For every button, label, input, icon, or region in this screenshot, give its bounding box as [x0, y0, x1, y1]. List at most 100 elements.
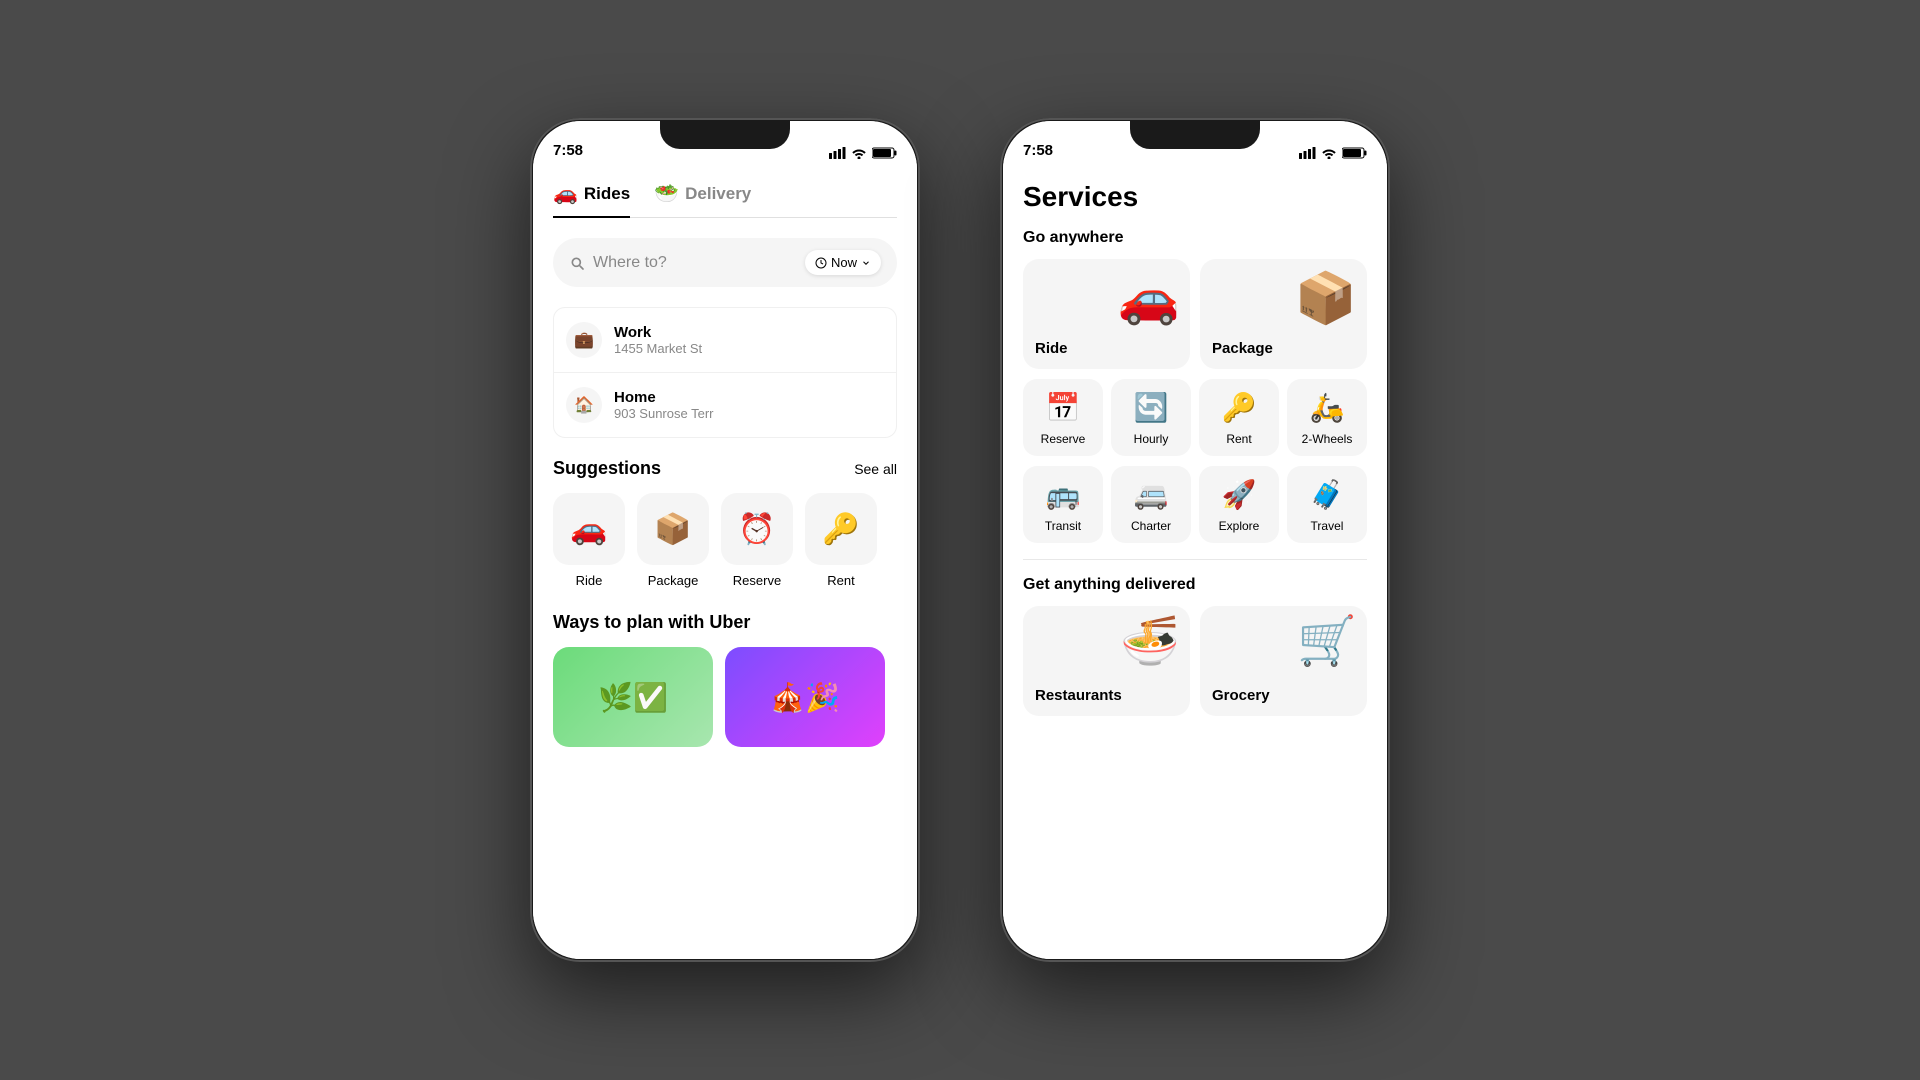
- transit-label: Transit: [1045, 519, 1081, 533]
- deliver-restaurants[interactable]: 🍜 Restaurants: [1023, 606, 1190, 716]
- right-phone-content: Services Go anywhere 🚗 Ride 📦 Package: [1003, 165, 1387, 959]
- tab-rides-label: Rides: [584, 184, 630, 204]
- work-address: 1455 Market St: [614, 341, 702, 356]
- time-right: 7:58: [1023, 142, 1053, 159]
- ways-row: 🌿✅ 🎪🎉: [553, 647, 897, 747]
- suggestion-package[interactable]: 📦 Package: [637, 493, 709, 588]
- notch-left: [660, 121, 790, 149]
- get-anything-title: Get anything delivered: [1023, 576, 1367, 594]
- reserve-label: Reserve: [733, 573, 781, 588]
- suggestions-header: Suggestions See all: [553, 458, 897, 479]
- home-address: 903 Sunrose Terr: [614, 406, 714, 421]
- rent-label-right: Rent: [1226, 432, 1251, 446]
- small-cards-row2: 🚌 Transit 🚐 Charter 🚀 Explore 🧳 Travel: [1023, 466, 1367, 543]
- package-big-label: Package: [1212, 340, 1273, 357]
- deliver-cards-row: 🍜 Restaurants 🛒 Grocery: [1023, 606, 1367, 716]
- service-2wheels[interactable]: 🛵 2-Wheels: [1287, 379, 1367, 456]
- big-cards-row: 🚗 Ride 📦 Package: [1023, 259, 1367, 369]
- deliver-grocery[interactable]: 🛒 Grocery: [1200, 606, 1367, 716]
- rides-emoji: 🚗: [553, 181, 578, 206]
- status-icons-left: [829, 147, 897, 159]
- saved-locations: 💼 Work 1455 Market St 🏠 Home 903 Sunrose…: [553, 307, 897, 438]
- service-rent[interactable]: 🔑 Rent: [1199, 379, 1279, 456]
- service-reserve[interactable]: 📅 Reserve: [1023, 379, 1103, 456]
- search-bar[interactable]: Where to? Now: [553, 238, 897, 287]
- rent-emoji-right: 🔑: [1222, 391, 1257, 424]
- now-label: Now: [831, 255, 857, 270]
- suggestion-reserve[interactable]: ⏰ Reserve: [721, 493, 793, 588]
- service-travel[interactable]: 🧳 Travel: [1287, 466, 1367, 543]
- hourly-emoji: 🔄: [1134, 391, 1169, 424]
- tab-delivery-label: Delivery: [685, 184, 751, 204]
- 2wheels-emoji: 🛵: [1310, 391, 1345, 424]
- clock-icon: [815, 257, 827, 269]
- battery-icon-right: [1342, 147, 1367, 159]
- suggestions-row: 🚗 Ride 📦 Package ⏰ Reserve 🔑 Rent: [553, 493, 897, 588]
- transit-emoji: 🚌: [1046, 478, 1081, 511]
- grocery-emoji: 🛒: [1297, 612, 1357, 669]
- suggestion-ride[interactable]: 🚗 Ride: [553, 493, 625, 588]
- status-icons-right: [1299, 147, 1367, 159]
- way-card-purple[interactable]: 🎪🎉: [725, 647, 885, 747]
- wifi-icon: [851, 147, 867, 159]
- home-label: Home: [614, 389, 714, 406]
- service-transit[interactable]: 🚌 Transit: [1023, 466, 1103, 543]
- big-card-package[interactable]: 📦 Package: [1200, 259, 1367, 369]
- suggestions-title: Suggestions: [553, 458, 661, 479]
- time-left: 7:58: [553, 142, 583, 159]
- signal-icon-right: [1299, 147, 1316, 159]
- grocery-label: Grocery: [1212, 687, 1270, 704]
- search-icon: [569, 255, 585, 271]
- rent-icon-box: 🔑: [805, 493, 877, 565]
- left-phone-content: 🚗 Rides 🥗 Delivery Where to?: [533, 165, 917, 959]
- section-divider: [1023, 559, 1367, 560]
- small-cards-row1: 📅 Reserve 🔄 Hourly 🔑 Rent 🛵 2-Wheels: [1023, 379, 1367, 456]
- notch-right: [1130, 121, 1260, 149]
- tabs-row: 🚗 Rides 🥗 Delivery: [553, 181, 897, 218]
- package-icon-box: 📦: [637, 493, 709, 565]
- ways-title: Ways to plan with Uber: [553, 612, 897, 633]
- go-anywhere-title: Go anywhere: [1023, 229, 1367, 247]
- now-button[interactable]: Now: [805, 250, 881, 275]
- package-label: Package: [648, 573, 699, 588]
- suggestion-rent[interactable]: 🔑 Rent: [805, 493, 877, 588]
- big-card-ride[interactable]: 🚗 Ride: [1023, 259, 1190, 369]
- service-explore[interactable]: 🚀 Explore: [1199, 466, 1279, 543]
- charter-label: Charter: [1131, 519, 1171, 533]
- battery-icon: [872, 147, 897, 159]
- ride-big-label: Ride: [1035, 340, 1068, 357]
- signal-icon: [829, 147, 846, 159]
- work-label: Work: [614, 324, 702, 341]
- service-charter[interactable]: 🚐 Charter: [1111, 466, 1191, 543]
- reserve-label-right: Reserve: [1041, 432, 1086, 446]
- charter-emoji: 🚐: [1134, 478, 1169, 511]
- delivery-emoji: 🥗: [654, 181, 679, 206]
- services-title: Services: [1023, 181, 1367, 213]
- package-big-emoji: 📦: [1295, 269, 1357, 328]
- saved-home[interactable]: 🏠 Home 903 Sunrose Terr: [554, 372, 896, 437]
- explore-emoji: 🚀: [1222, 478, 1257, 511]
- see-all-button[interactable]: See all: [854, 461, 897, 477]
- service-hourly[interactable]: 🔄 Hourly: [1111, 379, 1191, 456]
- work-icon: 💼: [566, 322, 602, 358]
- tab-delivery[interactable]: 🥗 Delivery: [654, 181, 751, 218]
- phone-right: 7:58 Serv: [1000, 118, 1390, 962]
- reserve-emoji: 📅: [1046, 391, 1081, 424]
- status-bar-right: 7:58: [1003, 121, 1387, 165]
- phone-left: 7:58: [530, 118, 920, 962]
- 2wheels-label: 2-Wheels: [1302, 432, 1353, 446]
- tab-rides[interactable]: 🚗 Rides: [553, 181, 630, 218]
- saved-work[interactable]: 💼 Work 1455 Market St: [554, 308, 896, 372]
- reserve-icon-box: ⏰: [721, 493, 793, 565]
- home-icon: 🏠: [566, 387, 602, 423]
- way-card-green[interactable]: 🌿✅: [553, 647, 713, 747]
- restaurants-emoji: 🍜: [1120, 612, 1180, 669]
- travel-emoji: 🧳: [1310, 478, 1345, 511]
- status-bar-left: 7:58: [533, 121, 917, 165]
- ride-big-emoji: 🚗: [1118, 269, 1180, 328]
- restaurants-label: Restaurants: [1035, 687, 1122, 704]
- ride-icon-box: 🚗: [553, 493, 625, 565]
- chevron-down-icon: [861, 258, 871, 268]
- ride-label: Ride: [576, 573, 603, 588]
- rent-label: Rent: [827, 573, 854, 588]
